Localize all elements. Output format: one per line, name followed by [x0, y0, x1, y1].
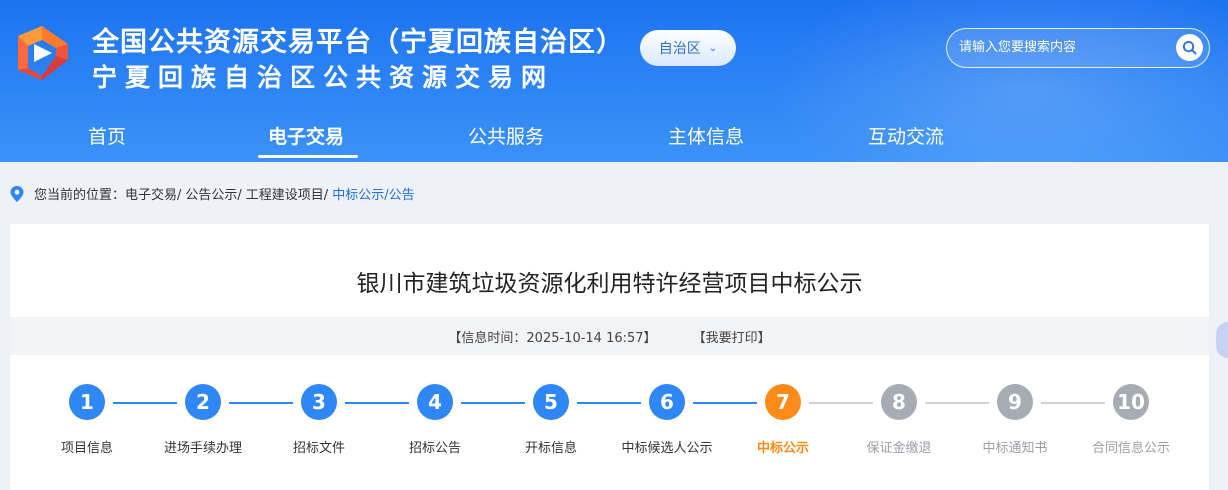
step-number-8[interactable]: 8 [881, 384, 917, 420]
process-steps: 1 项目信息 2 进场手续办理 3 招标文件 4 招标公告 5 开标信息 6 中标候选人公示 7 中标公示… [10, 384, 1209, 464]
step-label-3[interactable]: 招标文件 [293, 437, 345, 456]
step-connector [577, 402, 641, 404]
article-card: 银川市建筑垃圾资源化利用特许经营项目中标公示 【信息时间：2025-10-14 … [10, 224, 1209, 490]
info-time: 【信息时间：2025-10-14 16:57】 [448, 330, 657, 346]
step-label-8[interactable]: 保证金缴退 [867, 437, 932, 456]
step-number-2[interactable]: 2 [185, 384, 221, 420]
article-info-bar: 【信息时间：2025-10-14 16:57】 【我要打印】 [10, 317, 1209, 355]
side-float-tab[interactable] [1216, 322, 1228, 358]
step-label-6[interactable]: 中标候选人公示 [622, 437, 713, 456]
nav-item-home[interactable]: 首页 [88, 122, 126, 149]
breadcrumb-item-e-trading[interactable]: 电子交易/ [125, 184, 181, 203]
print-link[interactable]: 【我要打印】 [693, 327, 771, 346]
step-connector [461, 402, 525, 404]
search-icon [1182, 40, 1197, 55]
step-label-2[interactable]: 进场手续办理 [164, 437, 242, 456]
search-button[interactable] [1176, 34, 1203, 61]
step-number-6[interactable]: 6 [649, 384, 685, 420]
region-label: 自治区 [658, 41, 701, 57]
breadcrumb: 您当前的位置： 电子交易/ 公告公示/ 工程建设项目/ 中标公示/公告 [10, 184, 415, 203]
step-number-1[interactable]: 1 [69, 384, 105, 420]
step-connector [345, 402, 409, 404]
breadcrumb-item-award[interactable]: 中标公示/公告 [332, 184, 414, 203]
step-number-9[interactable]: 9 [997, 384, 1033, 420]
location-pin-icon [10, 185, 24, 202]
search-box [946, 28, 1210, 68]
site-header: 全国公共资源交易平台（宁夏回族自治区） 宁夏回族自治区公共资源交易网 自治区 ⌄… [0, 0, 1228, 162]
step-number-7[interactable]: 7 [765, 384, 801, 420]
step-number-3[interactable]: 3 [301, 384, 337, 420]
step-number-10[interactable]: 10 [1113, 384, 1149, 420]
region-selector[interactable]: 自治区 ⌄ [640, 30, 736, 66]
step-connector [925, 402, 989, 404]
step-label-4[interactable]: 招标公告 [409, 437, 461, 456]
site-title-sub: 宁夏回族自治区公共资源交易网 [92, 63, 555, 92]
step-connector [229, 402, 293, 404]
step-connector [113, 402, 177, 404]
chevron-down-icon: ⌄ [708, 42, 718, 54]
search-input[interactable] [959, 29, 1169, 66]
nav-item-public-service[interactable]: 公共服务 [468, 122, 544, 149]
step-label-5[interactable]: 开标信息 [525, 437, 577, 456]
step-connector [809, 402, 873, 404]
nav-item-entity-info[interactable]: 主体信息 [668, 122, 744, 149]
step-label-1[interactable]: 项目信息 [61, 437, 113, 456]
step-label-9[interactable]: 中标通知书 [983, 437, 1048, 456]
article-title: 银川市建筑垃圾资源化利用特许经营项目中标公示 [356, 271, 863, 297]
step-label-7[interactable]: 中标公示 [757, 437, 809, 456]
step-connector [1041, 402, 1105, 404]
step-label-10[interactable]: 合同信息公示 [1092, 437, 1170, 456]
platform-logo[interactable] [12, 22, 74, 82]
breadcrumb-item-construction[interactable]: 工程建设项目/ [246, 184, 328, 203]
nav-item-e-trading[interactable]: 电子交易 [268, 122, 344, 149]
main-nav: 首页 电子交易 公共服务 主体信息 互动交流 [0, 108, 1228, 162]
nav-active-underline [258, 155, 358, 158]
nav-item-interaction[interactable]: 互动交流 [868, 122, 944, 149]
step-number-4[interactable]: 4 [417, 384, 453, 420]
step-number-5[interactable]: 5 [533, 384, 569, 420]
breadcrumb-prefix: 您当前的位置： [34, 188, 126, 203]
site-title-main: 全国公共资源交易平台（宁夏回族自治区） [92, 27, 624, 58]
breadcrumb-item-announcements[interactable]: 公告公示/ [185, 184, 241, 203]
step-connector [693, 402, 757, 404]
